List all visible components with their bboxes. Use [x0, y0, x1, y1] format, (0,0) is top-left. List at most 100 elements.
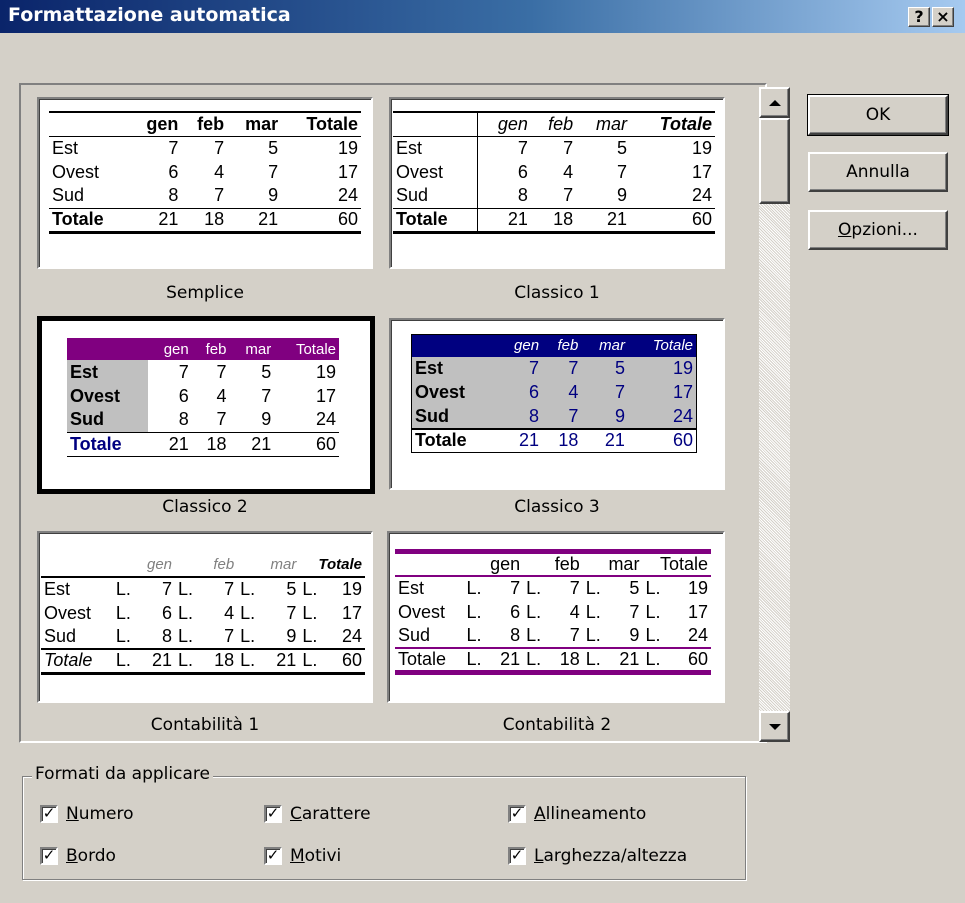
options-accel: O: [838, 220, 852, 240]
format-caption: Classico 2: [162, 497, 248, 517]
arrow-down-icon: [768, 723, 781, 730]
check-icon: ✓: [264, 847, 282, 865]
format-classico-3[interactable]: gen feb mar Totale Est 7 7 5 19 Ovest 6 …: [389, 318, 725, 490]
format-contabilita-2[interactable]: gen feb mar Totale Est L. 7 L. 7 L. 5 L.…: [387, 531, 725, 703]
checkbox-label: umero: [78, 804, 134, 824]
table-cell: 21: [140, 648, 176, 675]
table-cell: Totale: [49, 207, 129, 234]
table-cell: 8: [496, 404, 543, 429]
table-cell: 6: [496, 380, 543, 405]
help-button[interactable]: ?: [908, 7, 930, 27]
table-cell: Ovest: [67, 384, 149, 408]
check-icon: ✓: [40, 847, 58, 865]
table-cell: 21: [227, 207, 282, 234]
scroll-down-button[interactable]: [759, 711, 790, 742]
currency-cell: L.: [526, 578, 542, 598]
table-cell: 7: [216, 409, 227, 430]
scroll-thumb[interactable]: [759, 118, 790, 204]
format-classico-1[interactable]: gen feb mar Totale Est 7 7 5 19 Ovest 6 …: [389, 97, 725, 269]
preview-table: gen feb mar Totale Est 7 7 5 19 Ovest 6 …: [67, 338, 339, 457]
table-cell: 7: [214, 137, 225, 158]
checkbox-numero[interactable]: ✓ Numero: [40, 804, 134, 824]
currency-cell: L.: [523, 647, 550, 675]
table-cell: Est: [393, 136, 479, 160]
currency-cell: L.: [240, 602, 256, 623]
checkbox-allineamento[interactable]: ✓ Allineamento: [508, 804, 646, 824]
table-cell: Ovest: [393, 160, 479, 184]
table-cell: 18: [181, 207, 228, 234]
table-cell: 21: [229, 431, 275, 457]
table-cell: Est: [67, 360, 149, 384]
table-cell: 18: [542, 427, 582, 453]
currency-cell: L.: [237, 648, 265, 675]
table-cell: Totale: [281, 111, 361, 137]
table-cell: gen: [128, 111, 182, 137]
table-cell: Ovest: [44, 602, 92, 623]
table-cell: 4: [216, 385, 227, 406]
currency-cell: L.: [240, 579, 256, 599]
currency-cell: L.: [240, 626, 256, 646]
table-cell: 60: [281, 207, 361, 234]
checkbox-label: arghezza/altezza: [543, 846, 688, 866]
checkbox-accel: C: [290, 804, 302, 824]
currency-cell: L.: [178, 579, 194, 599]
table-cell: 7: [168, 137, 179, 158]
check-icon: ✓: [40, 805, 58, 823]
table-cell: Totale: [274, 338, 339, 360]
table-cell: Totale: [67, 431, 149, 457]
table-cell: 7: [581, 380, 628, 405]
table-cell: 21: [581, 427, 628, 453]
options-button[interactable]: Opzioni...: [808, 210, 948, 250]
currency-cell: L.: [466, 625, 482, 645]
table-cell: mar: [582, 551, 643, 577]
checkbox-motivi[interactable]: ✓ Motivi: [264, 846, 341, 866]
checkbox-larghezza-altezza[interactable]: ✓ Larghezza/altezza: [508, 846, 687, 866]
table-cell: [411, 334, 497, 357]
preview-table: gen feb mar Totale Est L. 7 L. 7 L. 5 L.…: [41, 553, 365, 675]
title-bar: Formattazione automatica ? ×: [0, 0, 965, 33]
format-semplice[interactable]: gen feb mar Totale Est 7 7 5 19 Ovest 6 …: [37, 97, 373, 269]
close-button[interactable]: ×: [932, 7, 954, 27]
window-title: Formattazione automatica: [8, 4, 291, 26]
table-cell: Sud: [393, 184, 479, 208]
format-classico-2[interactable]: gen feb mar Totale Est 7 7 5 19 Ovest 6 …: [37, 316, 375, 494]
table-cell: 21: [148, 431, 192, 457]
currency-cell: L.: [178, 602, 194, 623]
checkbox-label: ordo: [77, 846, 116, 866]
table-cell: Sud: [52, 185, 85, 206]
table-cell: 4: [569, 601, 580, 622]
table-cell: 9: [581, 404, 628, 429]
table-cell: gen: [112, 553, 176, 578]
checkbox-bordo[interactable]: ✓ Bordo: [40, 846, 116, 866]
table-cell: [41, 553, 113, 578]
table-cell: Totale: [299, 553, 365, 578]
scroll-up-button[interactable]: [759, 87, 790, 118]
currency-cell: L.: [115, 602, 131, 623]
options-label: pzioni...: [851, 220, 918, 240]
table-cell: 7: [214, 185, 225, 206]
table-cell: 8: [178, 409, 189, 430]
preview-table: gen feb mar Totale Est 7 7 5 19 Ovest 6 …: [49, 111, 361, 234]
table-cell: 18: [549, 647, 583, 675]
table-cell: Est: [52, 137, 79, 158]
table-cell: mar: [581, 334, 628, 357]
vertical-scrollbar[interactable]: [759, 87, 790, 742]
format-contabilita-1[interactable]: gen feb mar Totale Est L. 7 L. 7 L. 5 L.…: [37, 531, 373, 703]
ok-button[interactable]: OK: [807, 94, 949, 136]
checkbox-carattere[interactable]: ✓ Carattere: [264, 804, 371, 824]
table-cell: 7: [542, 404, 582, 429]
currency-cell: L.: [175, 648, 203, 675]
check-icon: ✓: [264, 805, 282, 823]
table-cell: mar: [229, 338, 275, 360]
table-cell: 24: [627, 404, 697, 429]
table-cell: Totale: [393, 207, 479, 234]
table-cell: 24: [687, 625, 708, 645]
table-cell: 21: [128, 207, 182, 234]
cancel-button[interactable]: Annulla: [808, 152, 948, 192]
table-cell: 5: [616, 137, 627, 158]
table-cell: 17: [687, 601, 708, 622]
table-cell: 17: [691, 161, 712, 182]
checkbox-accel: A: [534, 804, 546, 824]
checkbox-accel: M: [290, 846, 305, 866]
table-cell: 9: [261, 409, 272, 430]
